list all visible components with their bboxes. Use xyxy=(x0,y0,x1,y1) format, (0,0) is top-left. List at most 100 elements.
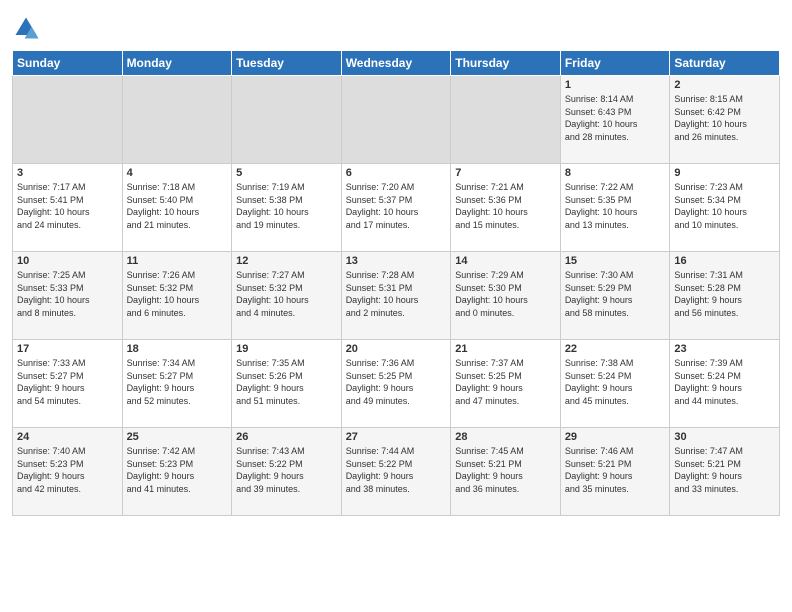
day-number: 24 xyxy=(17,431,118,443)
day-cell: 23Sunrise: 7:39 AM Sunset: 5:24 PM Dayli… xyxy=(670,340,780,428)
week-row-3: 10 Sunrise: 7:25 AM Sunset: 5:33 PM Dayli… xyxy=(13,252,780,340)
day-cell: 10 Sunrise: 7:25 AM Sunset: 5:33 PM Dayli… xyxy=(13,252,123,340)
day-cell: 28 Sunrise: 7:45 AM Sunset: 5:21 PM Dayli… xyxy=(451,428,561,516)
day-info: Sunrise: 7:47 AM Sunset: 5:21 PM Dayligh… xyxy=(674,445,775,495)
day-number: 25 xyxy=(127,431,228,443)
day-info: Sunrise: 7:23 AM Sunset: 5:34 PM Dayligh… xyxy=(674,181,775,231)
day-cell: 11Sunrise: 7:26 AM Sunset: 5:32 PM Dayli… xyxy=(122,252,232,340)
day-number: 9 xyxy=(674,167,775,179)
week-row-4: 17 Sunrise: 7:33 AM Sunset: 5:27 PM Dayli… xyxy=(13,340,780,428)
day-number: 30 xyxy=(674,431,775,443)
day-info: Sunrise: 7:35 AM Sunset: 5:26 PM Dayligh… xyxy=(236,357,337,407)
day-number: 13 xyxy=(346,255,447,267)
day-number: 29 xyxy=(565,431,666,443)
day-cell: 18 Sunrise: 7:34 AM Sunset: 5:27 PM Dayli… xyxy=(122,340,232,428)
week-row-5: 24Sunrise: 7:40 AM Sunset: 5:23 PM Dayli… xyxy=(13,428,780,516)
calendar-container: SundayMondayTuesdayWednesdayThursdayFrid… xyxy=(0,0,792,526)
day-info: Sunrise: 8:15 AM Sunset: 6:42 PM Dayligh… xyxy=(674,93,775,143)
day-number: 21 xyxy=(455,343,556,355)
day-number: 5 xyxy=(236,167,337,179)
day-info: Sunrise: 7:20 AM Sunset: 5:37 PM Dayligh… xyxy=(346,181,447,231)
day-cell: 13 Sunrise: 7:28 AM Sunset: 5:31 PM Dayli… xyxy=(341,252,451,340)
day-number: 3 xyxy=(17,167,118,179)
day-info: Sunrise: 7:36 AM Sunset: 5:25 PM Dayligh… xyxy=(346,357,447,407)
day-number: 6 xyxy=(346,167,447,179)
day-cell: 30 Sunrise: 7:47 AM Sunset: 5:21 PM Dayli… xyxy=(670,428,780,516)
col-header-sunday: Sunday xyxy=(13,51,123,76)
day-cell xyxy=(13,76,123,164)
calendar-table: SundayMondayTuesdayWednesdayThursdayFrid… xyxy=(12,50,780,516)
day-number: 12 xyxy=(236,255,337,267)
col-header-thursday: Thursday xyxy=(451,51,561,76)
day-number: 10 xyxy=(17,255,118,267)
day-cell: 20 Sunrise: 7:36 AM Sunset: 5:25 PM Dayli… xyxy=(341,340,451,428)
day-number: 26 xyxy=(236,431,337,443)
day-info: Sunrise: 7:19 AM Sunset: 5:38 PM Dayligh… xyxy=(236,181,337,231)
col-header-tuesday: Tuesday xyxy=(232,51,342,76)
day-number: 27 xyxy=(346,431,447,443)
day-number: 1 xyxy=(565,79,666,91)
day-cell: 9 Sunrise: 7:23 AM Sunset: 5:34 PM Daylig… xyxy=(670,164,780,252)
day-cell: 6 Sunrise: 7:20 AM Sunset: 5:37 PM Daylig… xyxy=(341,164,451,252)
day-info: Sunrise: 7:46 AM Sunset: 5:21 PM Dayligh… xyxy=(565,445,666,495)
day-number: 20 xyxy=(346,343,447,355)
day-number: 4 xyxy=(127,167,228,179)
day-info: Sunrise: 7:29 AM Sunset: 5:30 PM Dayligh… xyxy=(455,269,556,319)
day-cell: 2 Sunrise: 8:15 AM Sunset: 6:42 PM Daylig… xyxy=(670,76,780,164)
day-cell: 8 Sunrise: 7:22 AM Sunset: 5:35 PM Daylig… xyxy=(560,164,670,252)
day-info: Sunrise: 8:14 AM Sunset: 6:43 PM Dayligh… xyxy=(565,93,666,143)
day-cell: 4 Sunrise: 7:18 AM Sunset: 5:40 PM Daylig… xyxy=(122,164,232,252)
day-cell: 7Sunrise: 7:21 AM Sunset: 5:36 PM Daylig… xyxy=(451,164,561,252)
day-info: Sunrise: 7:25 AM Sunset: 5:33 PM Dayligh… xyxy=(17,269,118,319)
day-info: Sunrise: 7:42 AM Sunset: 5:23 PM Dayligh… xyxy=(127,445,228,495)
day-info: Sunrise: 7:30 AM Sunset: 5:29 PM Dayligh… xyxy=(565,269,666,319)
day-cell: 27 Sunrise: 7:44 AM Sunset: 5:22 PM Dayli… xyxy=(341,428,451,516)
day-info: Sunrise: 7:28 AM Sunset: 5:31 PM Dayligh… xyxy=(346,269,447,319)
day-cell: 24Sunrise: 7:40 AM Sunset: 5:23 PM Dayli… xyxy=(13,428,123,516)
day-cell: 17 Sunrise: 7:33 AM Sunset: 5:27 PM Dayli… xyxy=(13,340,123,428)
day-info: Sunrise: 7:33 AM Sunset: 5:27 PM Dayligh… xyxy=(17,357,118,407)
day-cell: 14Sunrise: 7:29 AM Sunset: 5:30 PM Dayli… xyxy=(451,252,561,340)
day-cell: 21 Sunrise: 7:37 AM Sunset: 5:25 PM Dayli… xyxy=(451,340,561,428)
day-info: Sunrise: 7:38 AM Sunset: 5:24 PM Dayligh… xyxy=(565,357,666,407)
logo-icon xyxy=(12,14,40,42)
day-number: 22 xyxy=(565,343,666,355)
day-cell: 22 Sunrise: 7:38 AM Sunset: 5:24 PM Dayli… xyxy=(560,340,670,428)
day-info: Sunrise: 7:45 AM Sunset: 5:21 PM Dayligh… xyxy=(455,445,556,495)
day-number: 23 xyxy=(674,343,775,355)
day-cell xyxy=(341,76,451,164)
day-cell: 1 Sunrise: 8:14 AM Sunset: 6:43 PM Daylig… xyxy=(560,76,670,164)
day-info: Sunrise: 7:31 AM Sunset: 5:28 PM Dayligh… xyxy=(674,269,775,319)
day-info: Sunrise: 7:18 AM Sunset: 5:40 PM Dayligh… xyxy=(127,181,228,231)
week-row-1: 1 Sunrise: 8:14 AM Sunset: 6:43 PM Daylig… xyxy=(13,76,780,164)
day-number: 15 xyxy=(565,255,666,267)
day-info: Sunrise: 7:34 AM Sunset: 5:27 PM Dayligh… xyxy=(127,357,228,407)
day-info: Sunrise: 7:37 AM Sunset: 5:25 PM Dayligh… xyxy=(455,357,556,407)
day-number: 2 xyxy=(674,79,775,91)
day-cell xyxy=(232,76,342,164)
col-header-saturday: Saturday xyxy=(670,51,780,76)
day-cell: 25 Sunrise: 7:42 AM Sunset: 5:23 PM Dayli… xyxy=(122,428,232,516)
week-row-2: 3 Sunrise: 7:17 AM Sunset: 5:41 PM Daylig… xyxy=(13,164,780,252)
day-cell: 3 Sunrise: 7:17 AM Sunset: 5:41 PM Daylig… xyxy=(13,164,123,252)
day-cell: 15 Sunrise: 7:30 AM Sunset: 5:29 PM Dayli… xyxy=(560,252,670,340)
day-number: 17 xyxy=(17,343,118,355)
day-info: Sunrise: 7:44 AM Sunset: 5:22 PM Dayligh… xyxy=(346,445,447,495)
day-info: Sunrise: 7:27 AM Sunset: 5:32 PM Dayligh… xyxy=(236,269,337,319)
day-cell: 29 Sunrise: 7:46 AM Sunset: 5:21 PM Dayli… xyxy=(560,428,670,516)
day-cell xyxy=(122,76,232,164)
day-cell: 12 Sunrise: 7:27 AM Sunset: 5:32 PM Dayli… xyxy=(232,252,342,340)
day-number: 8 xyxy=(565,167,666,179)
col-header-monday: Monday xyxy=(122,51,232,76)
day-info: Sunrise: 7:17 AM Sunset: 5:41 PM Dayligh… xyxy=(17,181,118,231)
header-area xyxy=(12,10,780,42)
day-info: Sunrise: 7:26 AM Sunset: 5:32 PM Dayligh… xyxy=(127,269,228,319)
day-cell xyxy=(451,76,561,164)
header-row: SundayMondayTuesdayWednesdayThursdayFrid… xyxy=(13,51,780,76)
day-number: 18 xyxy=(127,343,228,355)
col-header-friday: Friday xyxy=(560,51,670,76)
day-number: 19 xyxy=(236,343,337,355)
day-number: 28 xyxy=(455,431,556,443)
day-info: Sunrise: 7:22 AM Sunset: 5:35 PM Dayligh… xyxy=(565,181,666,231)
day-info: Sunrise: 7:43 AM Sunset: 5:22 PM Dayligh… xyxy=(236,445,337,495)
